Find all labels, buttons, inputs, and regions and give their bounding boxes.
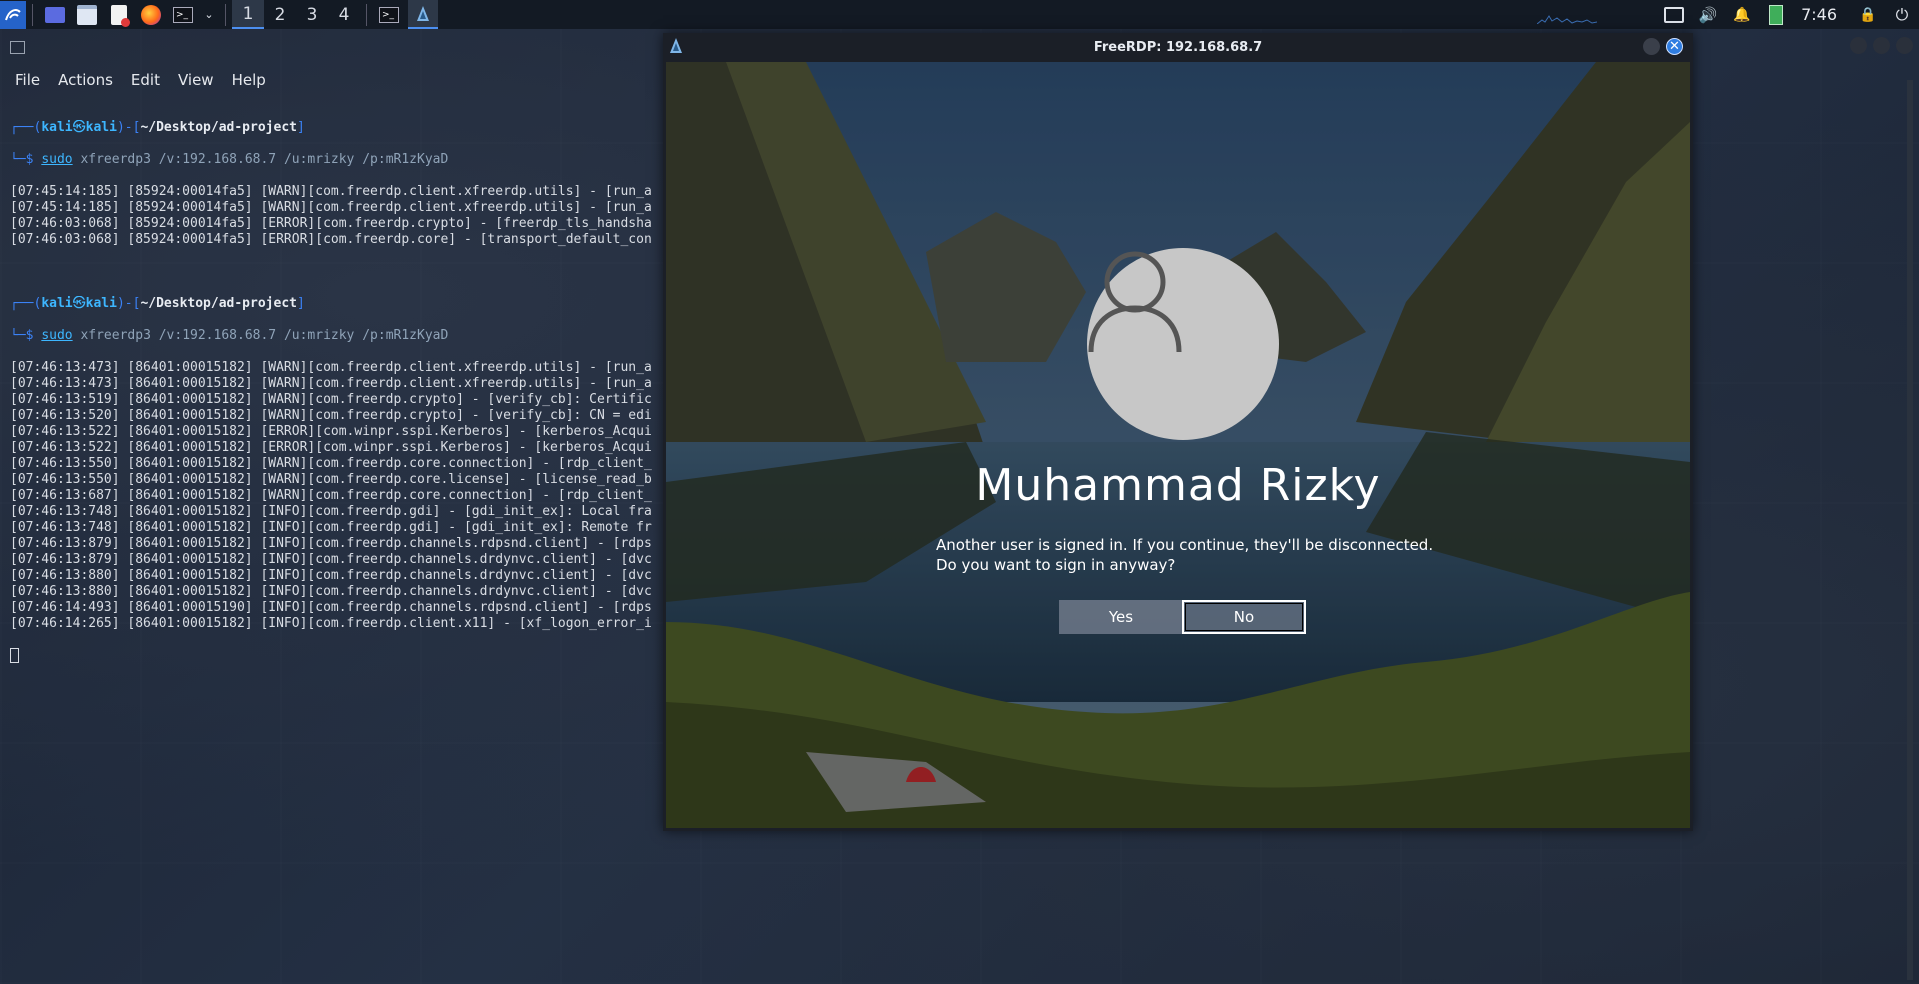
log-block-1: [07:45:14:185] [85924:00014fa5] [WARN][c… bbox=[10, 184, 662, 248]
terminal-window: File Actions Edit View Help ┌──(kali㉿kal… bbox=[0, 29, 680, 984]
battery-icon[interactable] bbox=[1762, 4, 1790, 26]
lock-icon[interactable]: 🔒 bbox=[1854, 4, 1882, 26]
signin-warning-message: Another user is signed in. If you contin… bbox=[936, 536, 1434, 574]
remote-lock-screen: Muhammad Rizky Another user is signed in… bbox=[666, 62, 1690, 828]
user-name: Muhammad Rizky bbox=[975, 460, 1381, 511]
background-window-controls bbox=[1850, 37, 1913, 54]
kali-menu-icon[interactable] bbox=[0, 0, 26, 29]
system-tray: 🔊 🔔 7:46 🔒 ⏻ bbox=[1537, 0, 1919, 29]
freerdp-task-icon[interactable] bbox=[408, 0, 438, 29]
close-button[interactable]: ✕ bbox=[1666, 38, 1683, 55]
clock[interactable]: 7:46 bbox=[1801, 5, 1837, 24]
dropdown-chevron-icon[interactable]: ⌄ bbox=[202, 4, 216, 26]
workspace-1[interactable]: 1 bbox=[232, 0, 264, 29]
menu-file[interactable]: File bbox=[6, 71, 49, 89]
log-line: [07:46:13:519] [86401:00015182] [WARN][c… bbox=[10, 392, 652, 407]
freerdp-window: FreeRDP: 192.168.68.7 ✕ Muhammad Rizky A… bbox=[663, 33, 1693, 831]
user-avatar bbox=[1087, 248, 1279, 440]
log-line: [07:46:13:473] [86401:00015182] [WARN][c… bbox=[10, 360, 652, 375]
log-line: [07:45:14:185] [85924:00014fa5] [WARN][c… bbox=[10, 200, 652, 215]
background-scrollbar[interactable] bbox=[1907, 80, 1913, 980]
menu-actions[interactable]: Actions bbox=[49, 71, 122, 89]
logout-icon[interactable]: ⏻ bbox=[1888, 4, 1916, 26]
log-line: [07:45:14:185] [85924:00014fa5] [WARN][c… bbox=[10, 184, 652, 199]
menu-edit[interactable]: Edit bbox=[122, 71, 169, 89]
terminal-cursor bbox=[10, 648, 19, 663]
display-icon[interactable] bbox=[1660, 4, 1688, 26]
freerdp-app-icon bbox=[669, 38, 683, 58]
log-line: [07:46:14:265] [86401:00015182] [INFO][c… bbox=[10, 616, 652, 631]
workspace-2[interactable]: 2 bbox=[264, 0, 296, 29]
text-editor-icon[interactable] bbox=[106, 4, 132, 27]
terminal-output[interactable]: ┌──(kali㉿kali)-[~/Desktop/ad-project] └─… bbox=[0, 95, 662, 696]
freerdp-title: FreeRDP: 192.168.68.7 bbox=[1093, 39, 1263, 55]
terminal-window-icon[interactable] bbox=[10, 40, 25, 54]
cpu-graph-icon bbox=[1537, 14, 1598, 24]
log-line: [07:46:03:068] [85924:00014fa5] [ERROR][… bbox=[10, 216, 652, 231]
log-line: [07:46:13:522] [86401:00015182] [ERROR][… bbox=[10, 424, 652, 439]
log-line: [07:46:13:880] [86401:00015182] [INFO][c… bbox=[10, 584, 652, 599]
yes-button[interactable]: Yes bbox=[1059, 600, 1183, 634]
firefox-icon[interactable] bbox=[138, 4, 164, 26]
desktop-icon[interactable] bbox=[42, 4, 68, 26]
terminal-task-icon[interactable]: >_ bbox=[376, 4, 402, 26]
log-line: [07:46:13:748] [86401:00015182] [INFO][c… bbox=[10, 520, 652, 535]
log-line: [07:46:13:880] [86401:00015182] [INFO][c… bbox=[10, 568, 652, 583]
workspace-4[interactable]: 4 bbox=[328, 0, 360, 29]
log-line: [07:46:13:522] [86401:00015182] [ERROR][… bbox=[10, 440, 652, 455]
log-line: [07:46:13:879] [86401:00015182] [INFO][c… bbox=[10, 552, 652, 567]
maximize-button[interactable] bbox=[1643, 38, 1660, 55]
log-line: [07:46:03:068] [85924:00014fa5] [ERROR][… bbox=[10, 232, 652, 247]
top-panel: >_ ⌄ 1 2 3 4 >_ 🔊 🔔 7:46 🔒 ⏻ bbox=[0, 0, 1919, 29]
workspace-3[interactable]: 3 bbox=[296, 0, 328, 29]
prompt-line: ┌──(kali㉿kali)-[~/Desktop/ad-project] bbox=[10, 120, 305, 135]
log-line: [07:46:13:550] [86401:00015182] [WARN][c… bbox=[10, 456, 652, 471]
volume-icon[interactable]: 🔊 bbox=[1694, 4, 1722, 26]
log-line: [07:46:13:473] [86401:00015182] [WARN][c… bbox=[10, 376, 652, 391]
terminal-icon[interactable]: >_ bbox=[170, 4, 196, 26]
menu-help[interactable]: Help bbox=[223, 71, 275, 89]
log-line: [07:46:13:520] [86401:00015182] [WARN][c… bbox=[10, 408, 652, 423]
log-block-2: [07:46:13:473] [86401:00015182] [WARN][c… bbox=[10, 360, 662, 632]
log-line: [07:46:13:748] [86401:00015182] [INFO][c… bbox=[10, 504, 652, 519]
dim-overlay bbox=[666, 62, 1690, 828]
menu-view[interactable]: View bbox=[169, 71, 223, 89]
user-silhouette-icon bbox=[1088, 251, 1182, 352]
command-line: └─$ sudo xfreerdp3 /v:192.168.68.7 /u:mr… bbox=[10, 152, 449, 167]
close-icon: ✕ bbox=[1669, 39, 1680, 54]
terminal-menubar: File Actions Edit View Help bbox=[0, 65, 680, 95]
file-manager-icon[interactable] bbox=[74, 4, 100, 26]
log-line: [07:46:13:879] [86401:00015182] [INFO][c… bbox=[10, 536, 652, 551]
prompt-line: ┌──(kali㉿kali)-[~/Desktop/ad-project] bbox=[10, 296, 305, 311]
log-line: [07:46:14:493] [86401:00015190] [INFO][c… bbox=[10, 600, 652, 615]
no-button[interactable]: No bbox=[1182, 600, 1306, 634]
command-line: └─$ sudo xfreerdp3 /v:192.168.68.7 /u:mr… bbox=[10, 328, 449, 343]
terminal-titlebar bbox=[0, 29, 680, 65]
log-line: [07:46:13:687] [86401:00015182] [WARN][c… bbox=[10, 488, 652, 503]
freerdp-titlebar[interactable]: FreeRDP: 192.168.68.7 ✕ bbox=[663, 33, 1693, 61]
notification-bell-icon[interactable]: 🔔 bbox=[1728, 4, 1756, 26]
log-line: [07:46:13:550] [86401:00015182] [WARN][c… bbox=[10, 472, 652, 487]
